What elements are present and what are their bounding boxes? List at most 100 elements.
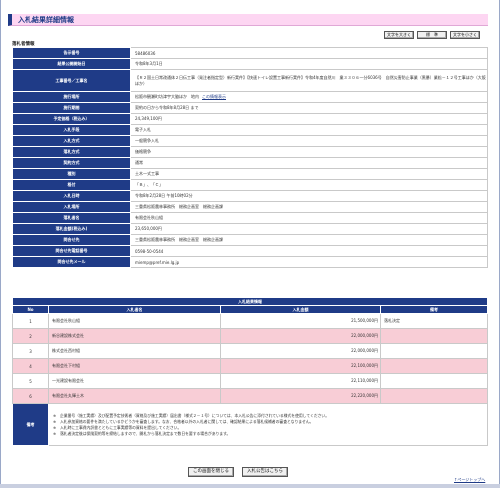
col-header-no: No (12, 305, 49, 314)
result-bidder-name: 株式会社西村組 (48, 343, 221, 359)
info-value-text: 有限会社秋山組 (135, 215, 163, 220)
info-row: 入札日時 令和8年2月28日 午前10時02分 (12, 190, 488, 202)
result-amount: 22,110,000円 (220, 373, 381, 389)
info-row-value: miemp@pref.mie.lg.jp (130, 256, 488, 268)
info-row-label: 施行場所 (12, 91, 131, 103)
result-no: 3 (12, 343, 49, 359)
info-value-text: 松阪市観瀬町坊津宇大脇ほか 地内 (135, 94, 199, 99)
info-value-text: 【Ｒ２国土日常改通体２日伝工事（発注者指定型）新行実件】【快速トイレ設置工事新行… (135, 74, 486, 86)
font-size-controls: 文字を大きく 標 準 文字を小さく (384, 31, 480, 39)
info-row-value: 三重県松阪農林事務所 総務企画室 総務企画課 (130, 201, 488, 213)
result-no: 5 (12, 373, 49, 389)
info-row-label: 契約方式 (12, 157, 131, 169)
info-row: 落札金額(税込み) 23,650,000円 (12, 223, 488, 235)
result-amount: 22,000,000円 (220, 343, 381, 359)
info-row: 入札手段 電子入札 (12, 124, 488, 136)
result-note (380, 358, 488, 374)
result-bidder-name: 有限会社秋山組 (48, 313, 221, 329)
info-row-value: 令和8年3月1日 (130, 58, 488, 70)
remarks-label: 備考 (12, 403, 49, 446)
info-row-label: 格付 (12, 179, 131, 191)
result-amount: 21,500,000円 (220, 313, 381, 329)
info-row-value: 契約の日から令和8年8月28日 まで (130, 102, 488, 114)
page-title: 入札結果詳細情報 (18, 16, 74, 24)
info-value-text: 23,650,000円 (135, 226, 162, 231)
page-title-bar: 入札結果詳細情報 (8, 14, 488, 26)
result-note (380, 388, 488, 404)
result-no: 1 (12, 313, 49, 329)
info-row-value: 【Ｒ２国土日常改通体２日伝工事（発注者指定型）新行実件】【快速トイレ設置工事新行… (130, 69, 488, 92)
info-row: 落札者名 有限会社秋山組 (12, 212, 488, 224)
info-row: 予定価格（税込み） 24,349,100円 (12, 113, 488, 125)
info-value-text: 「Ｂ」、「Ｃ」 (135, 182, 163, 187)
result-row: 4 有限会社下村組 22,100,000円 (12, 358, 488, 374)
info-row-label: 工事番号／工事名 (12, 69, 131, 92)
result-bidder-name: 新谷建設株式会社 (48, 328, 221, 344)
remarks-row: 備考 ※ 企業番号（施工実績）及び配置予定技術者（資格及び施工実績）届出書（様式… (12, 403, 488, 446)
info-value-text: 令和8年3月1日 (135, 61, 163, 66)
result-bidder-name: 一光建設有限会社 (48, 373, 221, 389)
info-value-text: 一般競争入札 (135, 138, 159, 143)
info-row-label: 種別 (12, 168, 131, 180)
result-bidder-name: 有限会社下村組 (48, 358, 221, 374)
font-larger-button[interactable]: 文字を大きく (384, 31, 414, 39)
col-header-note: 備考 (380, 305, 488, 314)
bid-notice-button[interactable]: 入札公告はこちら (242, 467, 288, 477)
result-no: 2 (12, 328, 49, 344)
result-amount: 22,100,000円 (220, 358, 381, 374)
info-value-text: 三重県松阪農林事務所 総務企画室 総務企画課 (135, 237, 223, 242)
info-row-value: 58486036 (130, 47, 488, 59)
info-row-value: 24,349,100円 (130, 113, 488, 125)
info-row-label: 入札日時 (12, 190, 131, 202)
result-amount: 22,220,000円 (220, 388, 381, 404)
result-row: 5 一光建設有限会社 22,110,000円 (12, 373, 488, 389)
bottom-actions: この画面を閉じる 入札公告はこちら (188, 467, 288, 477)
remarks-text: ※ 企業番号（施工実績）及び配置予定技術者（資格及び施工実績）届出書（様式２－１… (48, 403, 488, 446)
info-row-value: 令和8年2月28日 午前10時02分 (130, 190, 488, 202)
info-row-label: 入札場所 (12, 201, 131, 213)
info-row-label: 落札方式 (12, 146, 131, 158)
info-row-value: 電子入札 (130, 124, 488, 136)
info-value-text: 0598-50-0544 (135, 248, 164, 254)
map-link[interactable]: この情報表示 (202, 94, 226, 99)
info-value-text: 契約の日から令和8年8月28日 まで (135, 105, 199, 110)
result-row: 3 株式会社西村組 22,000,000円 (12, 343, 488, 359)
bid-results-table: 入札結果情報 No 入札者名 入札金額 備考 1 有限会社秋山組 21,500,00… (12, 297, 488, 446)
info-row: 施行場所 松阪市観瀬町坊津宇大脇ほか 地内 この情報表示 (12, 91, 488, 103)
page-top-link[interactable]: ↑ページトップへ (454, 477, 485, 483)
result-row: 2 新谷建設株式会社 22,000,000円 (12, 328, 488, 344)
info-row-value: 有限会社秋山組 (130, 212, 488, 224)
font-smaller-button[interactable]: 文字を小さく (450, 31, 480, 39)
info-row: 問合せ先電話番号 0598-50-0544 (12, 245, 488, 257)
info-row: 問合せ先 三重県松阪農林事務所 総務企画室 総務企画課 (12, 234, 488, 246)
result-note: 落札決定 (380, 313, 488, 329)
results-header-row: No 入札者名 入札金額 備考 (12, 305, 488, 314)
winner-info-table: 告示番号 58486036 結果公開開始日 令和8年3月1日 工事番号／工事名 【Ｒ２国土… (12, 47, 488, 268)
result-amount: 22,000,000円 (220, 328, 381, 344)
col-header-bidder: 入札者名 (48, 305, 221, 314)
info-row-label: 問合せ先メール (12, 256, 131, 268)
info-row-label: 入札方式 (12, 135, 131, 147)
info-row-value: 0598-50-0544 (130, 245, 488, 257)
info-value-text: 令和8年2月28日 午前10時02分 (135, 193, 193, 198)
info-value-text: 24,349,100円 (135, 116, 162, 121)
info-row: 施行期間 契約の日から令和8年8月28日 まで (12, 102, 488, 114)
result-note (380, 328, 488, 344)
result-no: 6 (12, 388, 49, 404)
results-caption: 入札結果情報 (12, 297, 488, 306)
info-value-text: 価格競争 (135, 149, 151, 154)
font-standard-button[interactable]: 標 準 (417, 31, 447, 39)
info-row-label: 問合せ先電話番号 (12, 245, 131, 257)
close-window-button[interactable]: この画面を閉じる (188, 467, 234, 477)
result-note (380, 343, 488, 359)
remark-line: ※ 落札者決定後は保険契約等を締結しますので、開札から落札決定まで数日を要する場… (53, 430, 231, 436)
info-row: 結果公開開始日 令和8年3月1日 (12, 58, 488, 70)
info-row-label: 予定価格（税込み） (12, 113, 131, 125)
info-row-value: 三重県松阪農林事務所 総務企画室 総務企画課 (130, 234, 488, 246)
info-row-value: 「Ｂ」、「Ｃ」 (130, 179, 488, 191)
info-value-text: 58486036 (135, 50, 156, 56)
info-row-value: 価格競争 (130, 146, 488, 158)
info-row-value: 土木一式工事 (130, 168, 488, 180)
info-row-label: 結果公開開始日 (12, 58, 131, 70)
info-value-text: 通常 (135, 160, 143, 165)
